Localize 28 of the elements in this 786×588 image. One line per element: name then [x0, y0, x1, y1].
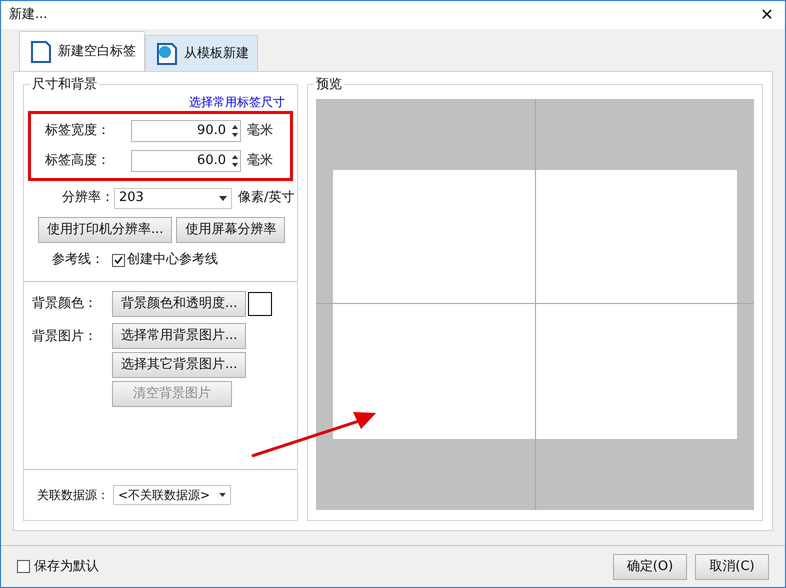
dialog-button[interactable]: 取消(C)	[695, 554, 769, 580]
background-image-button[interactable]: 选择常用背景图片...	[112, 323, 246, 349]
datasource-dropdown[interactable]: <不关联数据源>	[113, 485, 231, 505]
background-image-button[interactable]: 选择其它背景图片...	[112, 352, 246, 378]
resolution-button[interactable]: 使用屏幕分辨率	[176, 217, 286, 243]
window-title: 新建...	[9, 6, 48, 24]
unit-label: 毫米	[247, 122, 273, 140]
checkbox-label: 创建中心参考线	[127, 251, 218, 270]
unit-label: 像素/英寸	[238, 189, 294, 208]
tab[interactable]: 从模板新建	[145, 35, 258, 71]
number-field[interactable]: 90.0	[131, 120, 241, 142]
checkbox-label: 保存为默认	[34, 558, 99, 576]
resolution-button[interactable]: 使用打印机分辨率...	[38, 217, 172, 243]
field-label: 关联数据源：	[36, 487, 109, 504]
background-color-button[interactable]: 背景颜色和透明度...	[112, 291, 246, 317]
field-label: 参考线：	[51, 251, 104, 270]
preset-size-link[interactable]: 选择常用标签尺寸	[189, 93, 285, 111]
unit-label: 毫米	[247, 152, 273, 170]
field-label: 背景图片：	[31, 328, 97, 346]
resolution-dropdown[interactable]: 203	[114, 188, 232, 208]
field-label: 背景颜色：	[31, 295, 97, 314]
number-field[interactable]: 60.0	[131, 150, 241, 172]
dialog-button[interactable]: 确定(O)	[613, 554, 687, 580]
field-label: 标签高度：	[45, 152, 111, 170]
field-label: 分辨率：	[61, 189, 114, 208]
field-label: 标签宽度：	[45, 122, 111, 140]
close-button[interactable]: ✕	[749, 3, 785, 27]
tab[interactable]: 新建空白标签	[19, 31, 145, 71]
